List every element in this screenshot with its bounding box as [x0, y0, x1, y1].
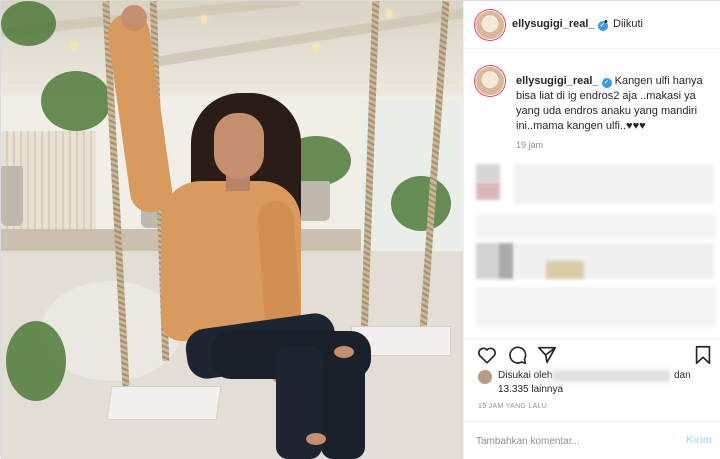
light-bulb: [201, 15, 207, 24]
liked-by-and: dan: [674, 370, 691, 381]
blurred-comment-emoji: [546, 261, 584, 279]
author-username[interactable]: ellysugigi_real_ ✓: [512, 18, 608, 31]
blurred-comment-avatar: [476, 182, 500, 200]
author-avatar[interactable]: [476, 11, 504, 39]
ripped-jeans-knee: [334, 346, 354, 358]
woman-hand: [121, 5, 147, 31]
liker-avatar[interactable]: [478, 370, 492, 384]
blurred-liker-name: [552, 370, 670, 382]
blurred-comment-avatar: [476, 243, 498, 279]
plant-pot: [1, 166, 23, 226]
caption-username[interactable]: ellysugigi_real_: [516, 75, 599, 87]
ripped-jeans-knee: [306, 433, 326, 445]
swing-seat: [106, 386, 222, 420]
blurred-comment-avatar: [476, 164, 500, 182]
caption-author-avatar[interactable]: [476, 67, 504, 95]
potted-plant: [391, 176, 451, 231]
blurred-comment: [514, 164, 714, 204]
blurred-comment: [476, 287, 716, 327]
send-comment-button[interactable]: Kirim: [686, 435, 712, 446]
floor-plant: [6, 321, 66, 401]
caption-time: 19 jam: [516, 140, 544, 150]
light-bulb: [386, 9, 392, 18]
header-separator: •: [604, 16, 608, 28]
caption-area: ellysugigi_real_ ✓ Kangen ulfi hanya bisa…: [464, 49, 720, 339]
verified-badge-icon: ✓: [601, 78, 612, 88]
post-actions: [464, 339, 720, 367]
post-photo[interactable]: [1, 1, 463, 459]
post-side-panel: ellysugigi_real_ ✓ • Diikuti ellysugigi_r…: [463, 1, 720, 459]
heart-icon[interactable]: [476, 344, 498, 366]
hanging-plant: [41, 71, 111, 131]
comment-box: Kirim: [464, 421, 720, 459]
likes-summary: Disukai oleh dan 13.335 lainnya: [464, 367, 720, 397]
plant-pot: [296, 181, 330, 221]
liked-by-prefix: Disukai oleh: [498, 370, 553, 381]
post-header: ellysugigi_real_ ✓ • Diikuti: [464, 1, 720, 49]
author-username-text[interactable]: ellysugigi_real_: [512, 18, 595, 30]
bookmark-icon[interactable]: [692, 344, 714, 366]
comment-icon[interactable]: [506, 344, 528, 366]
woman-face: [214, 113, 264, 179]
blurred-comment: [476, 214, 716, 239]
light-bulb: [313, 43, 319, 52]
instagram-post: ellysugigi_real_ ✓ • Diikuti ellysugigi_r…: [0, 0, 720, 459]
share-icon[interactable]: [536, 344, 558, 366]
blurred-comment-avatar: [498, 243, 514, 279]
comment-input[interactable]: [476, 433, 676, 449]
light-bulb: [71, 41, 77, 50]
blurred-comment: [514, 243, 714, 279]
caption-text: ellysugigi_real_ ✓ Kangen ulfi hanya bisa…: [516, 74, 716, 134]
likes-count-link[interactable]: 13.335 lainnya: [498, 384, 563, 395]
hanging-plant: [1, 1, 56, 46]
posted-time[interactable]: 19 JAM YANG LALU: [478, 403, 547, 410]
woman-shin: [321, 361, 365, 459]
follow-status-button[interactable]: Diikuti: [613, 18, 643, 30]
